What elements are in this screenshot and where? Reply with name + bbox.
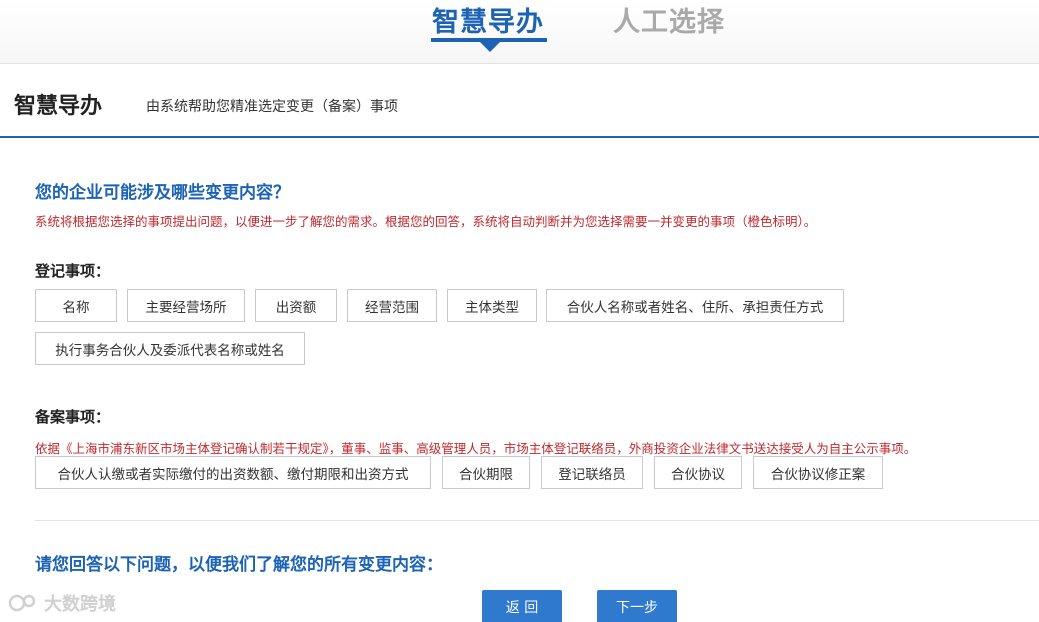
filing-item-partnership-term[interactable]: 合伙期限 bbox=[442, 456, 530, 489]
page-header: 智慧导办 由系统帮助您精准选定变更（备案）事项 bbox=[0, 74, 1039, 138]
back-button[interactable]: 返 回 bbox=[482, 590, 562, 622]
registration-item-capital[interactable]: 出资额 bbox=[255, 289, 337, 322]
watermark: 大数跨境 bbox=[8, 590, 116, 616]
page-title: 智慧导办 bbox=[14, 94, 103, 119]
watermark-logo-icon bbox=[8, 594, 36, 612]
change-content-title: 您的企业可能涉及哪些变更内容？ bbox=[35, 183, 290, 203]
registration-item-business-scope[interactable]: 经营范围 bbox=[347, 289, 437, 322]
registration-item-partner-info[interactable]: 合伙人名称或者姓名、住所、承担责任方式 bbox=[546, 289, 844, 322]
registration-label: 登记事项： bbox=[35, 262, 111, 280]
registration-item-entity-type[interactable]: 主体类型 bbox=[447, 289, 537, 322]
section-divider bbox=[35, 520, 1039, 521]
answer-questions-title: 请您回答以下问题，以便我们了解您的所有变更内容： bbox=[35, 555, 443, 575]
watermark-text: 大数跨境 bbox=[44, 594, 116, 615]
filing-label: 备案事项： bbox=[35, 408, 111, 426]
registration-item-name[interactable]: 名称 bbox=[35, 289, 117, 322]
page-subtitle: 由系统帮助您精准选定变更（备案）事项 bbox=[146, 99, 398, 115]
filing-item-capital-contribution[interactable]: 合伙人认缴或者实际缴付的出资数额、缴付期限和出资方式 bbox=[35, 456, 431, 489]
filing-item-liaison[interactable]: 登记联络员 bbox=[541, 456, 643, 489]
next-button[interactable]: 下一步 bbox=[597, 590, 677, 622]
top-tab-bar: 智慧导办 人工选择 bbox=[0, 0, 1039, 64]
filing-item-agreement-amendment[interactable]: 合伙协议修正案 bbox=[753, 456, 883, 489]
filing-notice: 依据《上海市浦东新区市场主体登记确认制若干规定》，董事、监事、高级管理人员，市场… bbox=[35, 441, 917, 456]
registration-item-main-place[interactable]: 主要经营场所 bbox=[127, 289, 245, 322]
system-notice: 系统将根据您选择的事项提出问题，以便进一步了解您的需求。根据您的回答，系统将自动… bbox=[35, 214, 817, 229]
filing-item-partnership-agreement[interactable]: 合伙协议 bbox=[654, 456, 742, 489]
page: 智慧导办 人工选择 智慧导办 由系统帮助您精准选定变更（备案）事项 您的企业可能… bbox=[0, 0, 1039, 622]
active-tab-caret-icon bbox=[480, 42, 500, 52]
tab-manual-select[interactable]: 人工选择 bbox=[613, 0, 725, 44]
registration-item-executive-partner[interactable]: 执行事务合伙人及委派代表名称或姓名 bbox=[35, 332, 305, 365]
